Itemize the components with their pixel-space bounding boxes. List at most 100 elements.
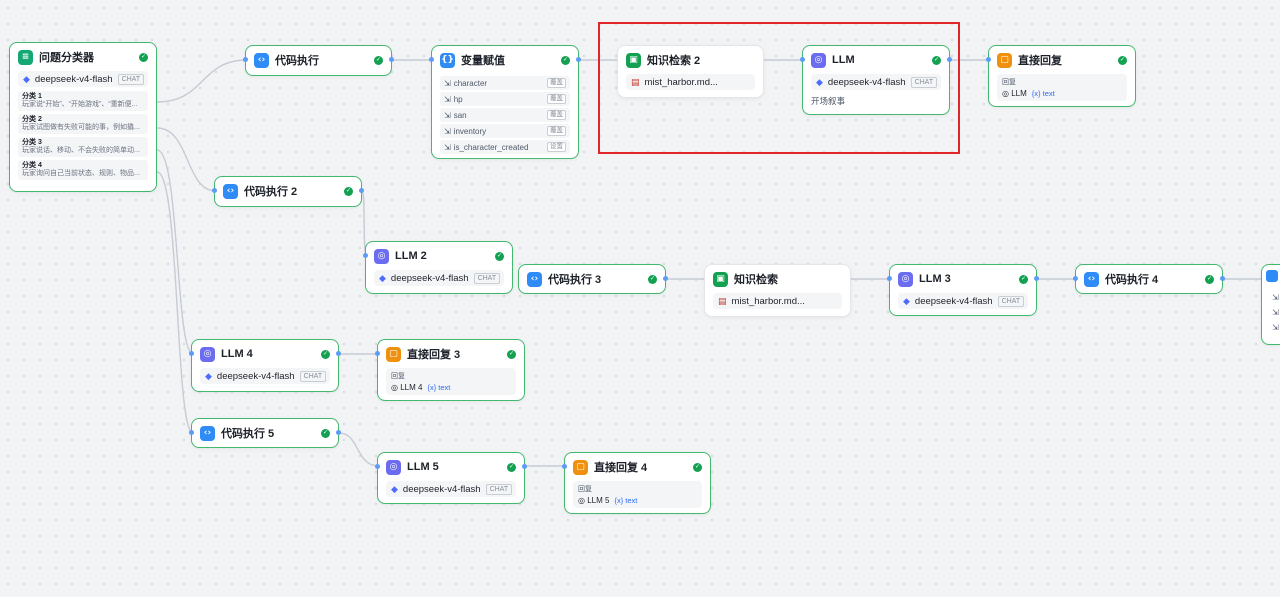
- node-variable-assign[interactable]: {} 变量赋值 ✓ ⇲ character 覆盖 ⇲ hp 覆盖 ⇲ san 覆盖 ⇲ inv…: [429, 45, 581, 159]
- output-handle[interactable]: [1220, 276, 1225, 281]
- input-handle[interactable]: [189, 430, 194, 435]
- deepseek-icon: ◆: [903, 295, 910, 306]
- output-handle[interactable]: [336, 351, 341, 356]
- reply-content[interactable]: 回复 ◎ LLM 4 {x} text: [386, 368, 516, 395]
- input-handle[interactable]: [986, 57, 991, 62]
- variable-row[interactable]: ⇲ san 覆盖: [440, 108, 570, 122]
- model-selector[interactable]: ◆ deepseek-v4-flash CHAT: [811, 74, 941, 90]
- output-handle[interactable]: [389, 57, 394, 62]
- input-handle[interactable]: [800, 57, 805, 62]
- node-knowledge-retrieval[interactable]: ▣ 知识检索 ▤ mist_harbor.md...: [704, 264, 851, 317]
- node-partial-offscreen[interactable]: ⇲ ⇲ ⇲: [1261, 264, 1280, 345]
- output-handle[interactable]: [663, 276, 668, 281]
- reply-content[interactable]: 回复 ◎ LLM {x} text: [997, 74, 1127, 101]
- success-check-icon: ✓: [139, 52, 148, 62]
- node-question-classifier[interactable]: ≡ 问题分类器 ✓ ◆ deepseek-v4-flash CHAT 分类 1 玩家说…: [9, 42, 157, 192]
- input-handle[interactable]: [375, 351, 380, 356]
- chat-badge: CHAT: [299, 370, 327, 382]
- variable-row[interactable]: ⇲ character 覆盖: [440, 76, 570, 90]
- llm-icon: ◎: [1002, 89, 1012, 98]
- success-check-icon: ✓: [321, 349, 330, 359]
- node-direct-reply[interactable]: ▢ 直接回复 ✓ 回复 ◎ LLM {x} text: [986, 45, 1136, 107]
- node-description: 开场叙事: [811, 96, 846, 106]
- assign-icon: ⇲: [444, 126, 451, 136]
- node-llm-2[interactable]: ◎ LLM 2 ✓ ◆ deepseek-v4-flash CHAT: [363, 241, 513, 294]
- llm-icon: ◎: [391, 383, 401, 392]
- classifier-icon: ≡: [18, 49, 33, 65]
- reply-icon: ▢: [386, 346, 401, 362]
- success-check-icon: ✓: [932, 55, 941, 65]
- node-direct-reply-4[interactable]: ▢ 直接回复 4 ✓ 回复 ◎ LLM 5 {x} text: [562, 452, 711, 514]
- node-llm-5[interactable]: ◎ LLM 5 ✓ ◆ deepseek-v4-flash CHAT: [375, 452, 527, 504]
- llm-icon: ◎: [200, 346, 215, 362]
- llm-icon: ◎: [386, 459, 401, 475]
- llm-icon: ◎: [578, 496, 588, 505]
- model-selector[interactable]: ◆ deepseek-v4-flash CHAT: [898, 293, 1028, 309]
- success-check-icon: ✓: [507, 462, 516, 472]
- node-llm-3[interactable]: ◎ LLM 3 ✓ ◆ deepseek-v4-flash CHAT: [887, 264, 1039, 316]
- output-handle[interactable]: [576, 57, 581, 62]
- chat-badge: CHAT: [117, 73, 145, 85]
- model-selector[interactable]: ◆ deepseek-v4-flash CHAT: [18, 71, 148, 87]
- llm-icon: ◎: [811, 52, 826, 68]
- success-check-icon: ✓: [344, 186, 353, 196]
- input-handle[interactable]: [189, 351, 194, 356]
- output-handle[interactable]: [522, 464, 527, 469]
- model-selector[interactable]: ◆ deepseek-v4-flash CHAT: [386, 481, 516, 497]
- output-handle[interactable]: [1034, 276, 1039, 281]
- variable-icon: [1266, 270, 1278, 282]
- chat-badge: CHAT: [485, 483, 513, 495]
- success-check-icon: ✓: [1205, 274, 1214, 284]
- input-handle[interactable]: [1073, 276, 1078, 281]
- input-handle[interactable]: [562, 464, 567, 469]
- reply-content[interactable]: 回复 ◎ LLM 5 {x} text: [573, 481, 702, 508]
- input-handle[interactable]: [243, 57, 248, 62]
- deepseek-icon: ◆: [816, 76, 823, 87]
- node-code-exec[interactable]: ‹› 代码执行 ✓: [243, 45, 394, 76]
- code-icon: ‹›: [1084, 271, 1099, 287]
- category-item[interactable]: 分类 2 玩家试图做有失败可能的事，例如撬...: [18, 114, 148, 134]
- node-code-exec-5[interactable]: ‹› 代码执行 5 ✓: [189, 418, 341, 448]
- code-icon: ‹›: [223, 183, 238, 199]
- input-handle[interactable]: [212, 188, 217, 193]
- success-check-icon: ✓: [321, 428, 330, 438]
- llm-icon: ◎: [898, 271, 913, 287]
- input-handle[interactable]: [887, 276, 892, 281]
- variable-icon: {}: [440, 52, 455, 68]
- knowledge-file[interactable]: ▤ mist_harbor.md...: [713, 293, 842, 309]
- llm-icon: ◎: [374, 248, 389, 264]
- model-selector[interactable]: ◆ deepseek-v4-flash CHAT: [374, 270, 504, 286]
- node-direct-reply-3[interactable]: ▢ 直接回复 3 ✓ 回复 ◎ LLM 4 {x} text: [375, 339, 525, 401]
- node-code-exec-3[interactable]: ‹› 代码执行 3 ✓: [518, 264, 668, 294]
- knowledge-file[interactable]: ▤ mist_harbor.md...: [626, 74, 755, 90]
- deepseek-icon: ◆: [391, 483, 398, 494]
- output-handle[interactable]: [359, 188, 364, 193]
- output-handle[interactable]: [947, 57, 952, 62]
- category-item[interactable]: 分类 4 玩家询问自己当前状态、规则、物品...: [18, 160, 148, 180]
- variable-row[interactable]: ⇲ hp 覆盖: [440, 92, 570, 106]
- category-item[interactable]: 分类 1 玩家说“开始”、“开始游戏”、“重新便...: [18, 91, 148, 111]
- edge-code5-llm5: [338, 432, 380, 467]
- success-check-icon: ✓: [374, 55, 383, 65]
- deepseek-icon: ◆: [379, 272, 386, 283]
- node-knowledge-retrieval-2[interactable]: ▣ 知识检索 2 ▤ mist_harbor.md...: [617, 45, 764, 98]
- output-handle[interactable]: [336, 430, 341, 435]
- category-item[interactable]: 分类 3 玩家说话、移动、不会失败的简单动...: [18, 137, 148, 157]
- node-llm[interactable]: ◎ LLM ✓ ◆ deepseek-v4-flash CHAT 开场叙事: [800, 45, 952, 115]
- edge-classifier-llm4: [156, 149, 194, 355]
- model-selector[interactable]: ◆ deepseek-v4-flash CHAT: [200, 368, 330, 384]
- node-llm-4[interactable]: ◎ LLM 4 ✓ ◆ deepseek-v4-flash CHAT: [189, 339, 341, 392]
- variable-row[interactable]: ⇲ inventory 覆盖: [440, 124, 570, 138]
- node-code-exec-2[interactable]: ‹› 代码执行 2 ✓: [212, 176, 364, 207]
- input-handle[interactable]: [363, 253, 368, 258]
- code-icon: ‹›: [254, 52, 269, 68]
- input-handle[interactable]: [429, 57, 434, 62]
- knowledge-icon: ▣: [626, 52, 641, 68]
- success-check-icon: ✓: [1019, 274, 1028, 284]
- input-handle[interactable]: [375, 464, 380, 469]
- variable-row[interactable]: ⇲ is_character_created 设置: [440, 140, 570, 154]
- success-check-icon: ✓: [495, 251, 504, 261]
- assign-icon: ⇲ ⇲ ⇲: [1272, 293, 1279, 332]
- chat-badge: CHAT: [997, 295, 1025, 307]
- node-code-exec-4[interactable]: ‹› 代码执行 4 ✓: [1073, 264, 1225, 294]
